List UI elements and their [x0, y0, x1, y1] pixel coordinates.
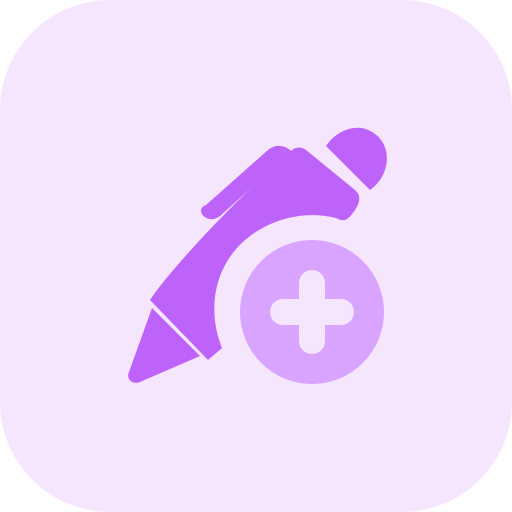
plus-vertical-bar: [299, 270, 325, 354]
add-pen-icon: [0, 0, 512, 512]
tile-background: [0, 0, 512, 512]
add-pen-icon-tile: [0, 0, 512, 512]
